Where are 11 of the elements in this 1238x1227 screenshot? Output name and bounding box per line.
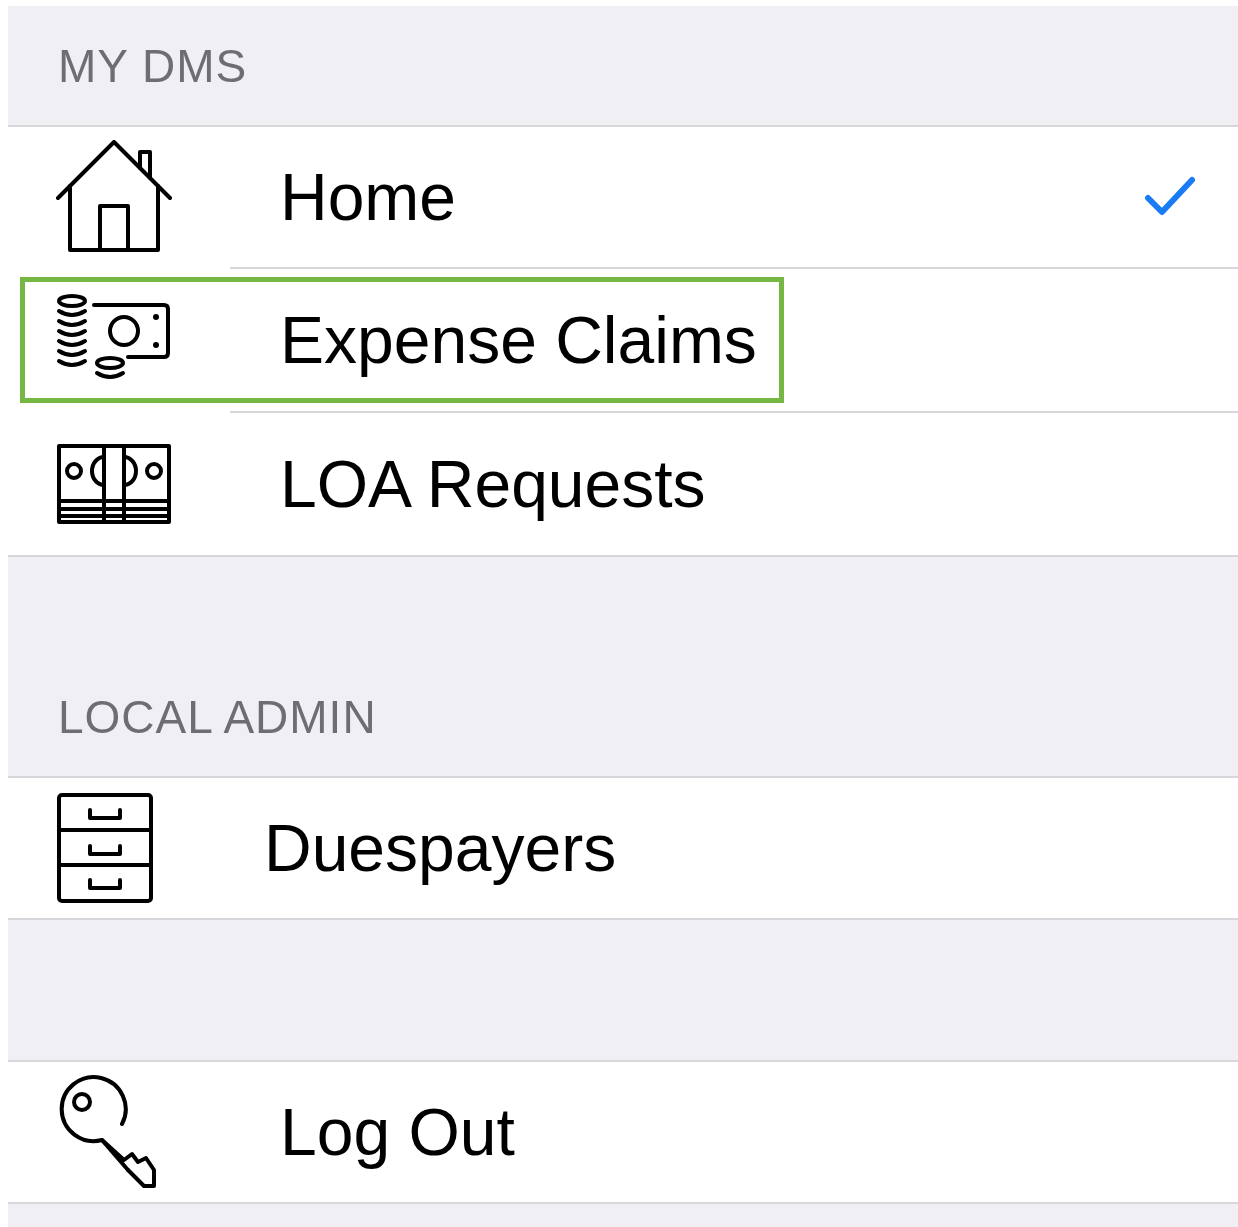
menu-item[interactable]: Log Out [8,1062,1238,1202]
filing-cabinet-icon [56,792,154,904]
menu-item[interactable]: Duespayers [8,778,1238,918]
menu-item[interactable]: Expense Claims [8,269,1238,411]
menu-item[interactable]: Home [8,127,1238,267]
section-header: MY DMS [58,38,248,93]
checkmark-icon [1144,176,1196,218]
menu-item[interactable]: LOA Requests [8,413,1238,555]
section-header: LOCAL ADMIN [58,689,377,744]
house-icon [56,140,172,254]
banknotes-icon [56,443,172,525]
